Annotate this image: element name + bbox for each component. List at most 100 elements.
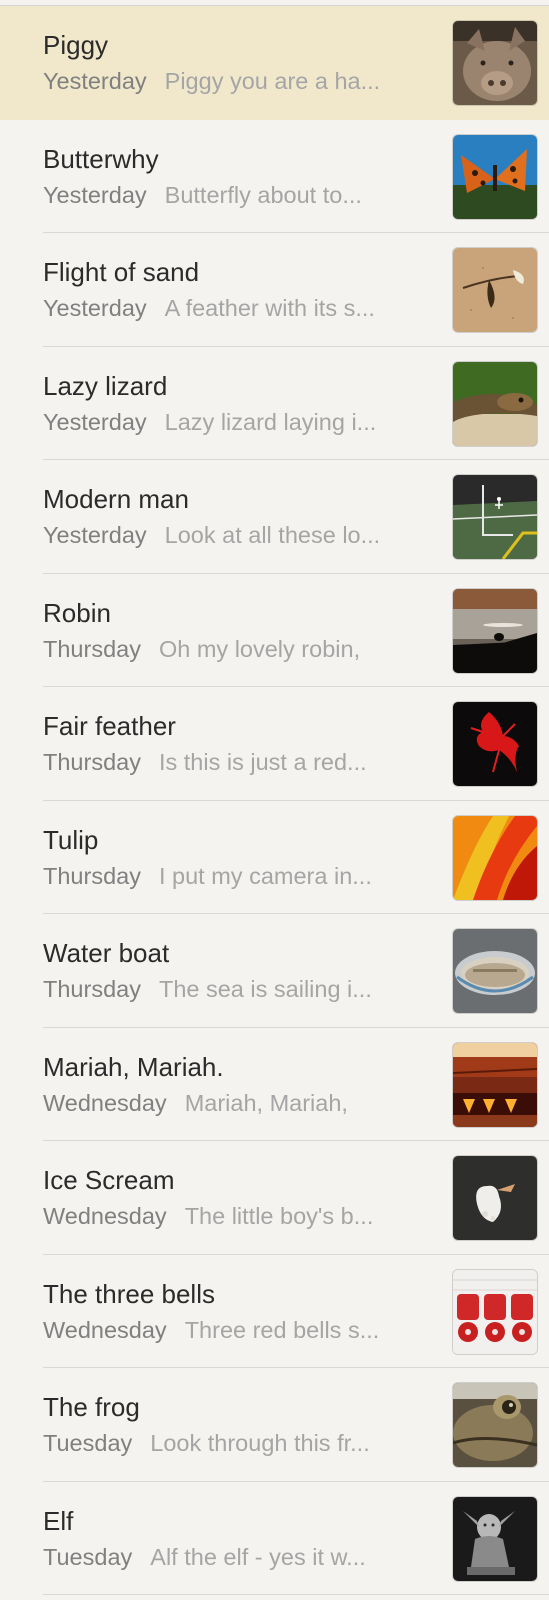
note-thumbnail (453, 475, 537, 559)
note-row[interactable]: Tulip Thursday I put my camera in... (0, 801, 549, 914)
lizard-photo-icon (453, 361, 537, 446)
note-preview: Is this is just a red... (158, 749, 367, 775)
elf-statue-photo-icon (453, 1496, 537, 1581)
note-row[interactable]: Butterwhy Yesterday Butterfly about to... (0, 120, 549, 233)
note-date: Yesterday (43, 181, 147, 208)
note-date: Yesterday (43, 408, 147, 435)
note-row[interactable]: Elf Tuesday Alf the elf - yes it w... (0, 1482, 549, 1595)
note-date: Wednesday (43, 1089, 167, 1116)
note-preview: The sea is sailing i... (158, 976, 372, 1002)
note-title: Flight of sand (43, 257, 200, 287)
note-meta: Thursday Is this is just a red... (43, 749, 423, 776)
note-preview: The little boy's b... (184, 1203, 374, 1229)
note-title: The frog (43, 1392, 140, 1422)
note-row[interactable]: Robin Thursday Oh my lovely robin, (0, 574, 549, 687)
note-meta: Wednesday Mariah, Mariah, (43, 1090, 423, 1117)
note-thumbnail (453, 134, 537, 219)
notes-list: Piggy Yesterday Piggy you are a ha... But… (0, 6, 549, 1595)
note-title: Mariah, Mariah. (43, 1051, 224, 1082)
note-date: Wednesday (43, 1203, 167, 1229)
note-title: Butterwhy (43, 143, 159, 174)
note-preview: Piggy you are a ha... (164, 68, 381, 94)
note-date: Tuesday (43, 1430, 133, 1456)
note-meta: Yesterday Piggy you are a ha... (43, 68, 423, 95)
note-preview: Three red bells s... (184, 1316, 380, 1343)
note-preview: Look through this fr... (150, 1430, 370, 1456)
feather-on-sand-photo-icon (453, 248, 537, 332)
note-row[interactable]: The three bells Wednesday Three red bells… (0, 1255, 549, 1368)
note-date: Tuesday (43, 1543, 133, 1570)
note-date: Yesterday (43, 68, 147, 94)
red-feather-photo-icon (453, 702, 537, 786)
note-meta: Thursday Oh my lovely robin, (43, 636, 423, 663)
rowing-boat-photo-icon (453, 929, 537, 1013)
glowing-brazier-photo-icon (453, 1042, 537, 1127)
robin-silhouette-photo-icon (453, 588, 537, 673)
note-preview: I put my camera in... (158, 862, 372, 889)
note-date: Thursday (43, 976, 141, 1002)
note-meta: Tuesday Alf the elf - yes it w... (43, 1544, 423, 1571)
note-preview: Mariah, Mariah, (184, 1089, 348, 1116)
note-row[interactable]: Piggy Yesterday Piggy you are a ha... (0, 6, 549, 120)
note-thumbnail (453, 361, 537, 446)
note-title: Lazy lizard (43, 370, 168, 401)
note-date: Thursday (43, 635, 141, 662)
note-title: Modern man (43, 484, 189, 514)
note-date: Wednesday (43, 1316, 167, 1343)
tulip-closeup-photo-icon (453, 815, 537, 900)
row-separator (43, 1594, 549, 1595)
note-thumbnail (453, 702, 537, 786)
note-thumbnail (453, 1269, 537, 1354)
note-title: The three bells (43, 1278, 215, 1309)
note-thumbnail (453, 1496, 537, 1581)
note-meta: Yesterday Butterfly about to... (43, 182, 423, 209)
note-thumbnail (453, 588, 537, 673)
pig-photo-icon (453, 21, 537, 105)
note-preview: A feather with its s... (164, 295, 375, 321)
note-thumbnail (453, 1156, 537, 1240)
note-meta: Tuesday Look through this fr... (43, 1430, 423, 1457)
note-thumbnail (453, 1383, 537, 1467)
note-date: Thursday (43, 862, 141, 889)
note-row[interactable]: Water boat Thursday The sea is sailing i.… (0, 914, 549, 1028)
sports-court-photo-icon (453, 475, 537, 559)
note-title: Water boat (43, 938, 170, 968)
note-preview: Lazy lizard laying i... (164, 408, 377, 435)
note-date: Yesterday (43, 522, 147, 548)
note-row[interactable]: Ice Scream Wednesday The little boy's b..… (0, 1141, 549, 1255)
note-row[interactable]: The frog Tuesday Look through this fr... (0, 1368, 549, 1482)
note-thumbnail (453, 21, 537, 105)
note-preview: Butterfly about to... (164, 181, 362, 208)
red-bells-photo-icon (453, 1269, 537, 1354)
note-row[interactable]: Modern man Yesterday Look at all these lo… (0, 460, 549, 574)
ice-cream-photo-icon (453, 1156, 537, 1240)
note-title: Fair feather (43, 711, 176, 741)
note-preview: Oh my lovely robin, (158, 635, 361, 662)
frog-photo-icon (453, 1383, 537, 1467)
note-title: Tulip (43, 824, 99, 855)
note-preview: Look at all these lo... (164, 522, 381, 548)
note-date: Yesterday (43, 295, 147, 321)
note-row[interactable]: Mariah, Mariah. Wednesday Mariah, Mariah, (0, 1028, 549, 1141)
note-thumbnail (453, 1042, 537, 1127)
butterfly-photo-icon (453, 134, 537, 219)
note-meta: Wednesday The little boy's b... (43, 1203, 423, 1230)
note-row[interactable]: Flight of sand Yesterday A feather with i… (0, 233, 549, 347)
note-meta: Yesterday Lazy lizard laying i... (43, 409, 423, 436)
note-row[interactable]: Lazy lizard Yesterday Lazy lizard laying … (0, 347, 549, 460)
note-date: Thursday (43, 749, 141, 775)
note-meta: Wednesday Three red bells s... (43, 1317, 423, 1344)
note-meta: Thursday I put my camera in... (43, 863, 423, 890)
note-title: Elf (43, 1505, 74, 1536)
note-thumbnail (453, 248, 537, 332)
note-row[interactable]: Fair feather Thursday Is this is just a r… (0, 687, 549, 801)
note-title: Ice Scream (43, 1165, 175, 1195)
note-thumbnail (453, 815, 537, 900)
note-title: Piggy (43, 30, 109, 60)
note-meta: Thursday The sea is sailing i... (43, 976, 423, 1003)
note-meta: Yesterday Look at all these lo... (43, 522, 423, 549)
note-title: Robin (43, 597, 111, 628)
note-meta: Yesterday A feather with its s... (43, 295, 423, 322)
note-preview: Alf the elf - yes it w... (150, 1543, 366, 1570)
note-thumbnail (453, 929, 537, 1013)
